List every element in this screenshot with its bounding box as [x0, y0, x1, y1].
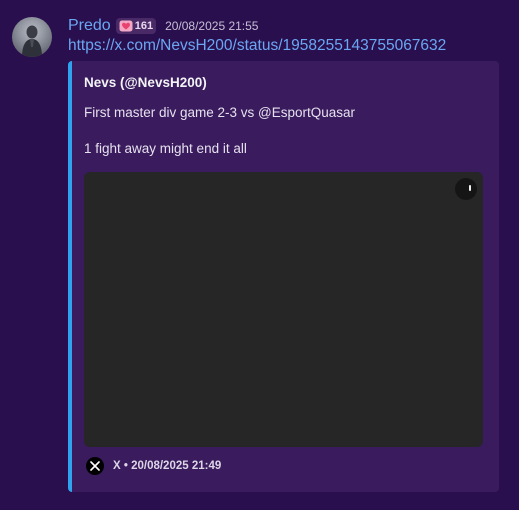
username[interactable]: Predo — [68, 17, 111, 35]
heart-icon — [119, 20, 133, 32]
embed-footer: X • 20/08/2025 21:49 — [86, 457, 221, 475]
link-embed: Nevs (@NevsH200) First master div game 2… — [68, 61, 499, 492]
embed-author[interactable]: Nevs (@NevsH200) — [84, 75, 207, 90]
badge-count: 161 — [134, 20, 154, 32]
embed-media[interactable] — [84, 172, 483, 447]
loading-icon — [455, 178, 477, 200]
tweet-link[interactable]: https://x.com/NevsH200/status/1958255143… — [68, 37, 446, 55]
embed-description: First master div game 2-3 vs @EsportQuas… — [84, 104, 355, 158]
embed-description-line: 1 fight away might end it all — [84, 141, 247, 156]
avatar[interactable] — [12, 17, 52, 57]
user-badge[interactable]: 161 — [115, 18, 157, 34]
embed-description-line: First master div game 2-3 vs @EsportQuas… — [84, 105, 356, 120]
avatar-silhouette-icon — [22, 25, 42, 57]
message-timestamp: 20/08/2025 21:55 — [165, 19, 259, 33]
chat-message: Predo 161 20/08/2025 21:55 https://x.com… — [0, 0, 519, 510]
message-header: Predo 161 20/08/2025 21:55 — [68, 16, 258, 36]
embed-footer-text: X • 20/08/2025 21:49 — [113, 460, 222, 472]
x-logo-icon — [86, 457, 104, 475]
